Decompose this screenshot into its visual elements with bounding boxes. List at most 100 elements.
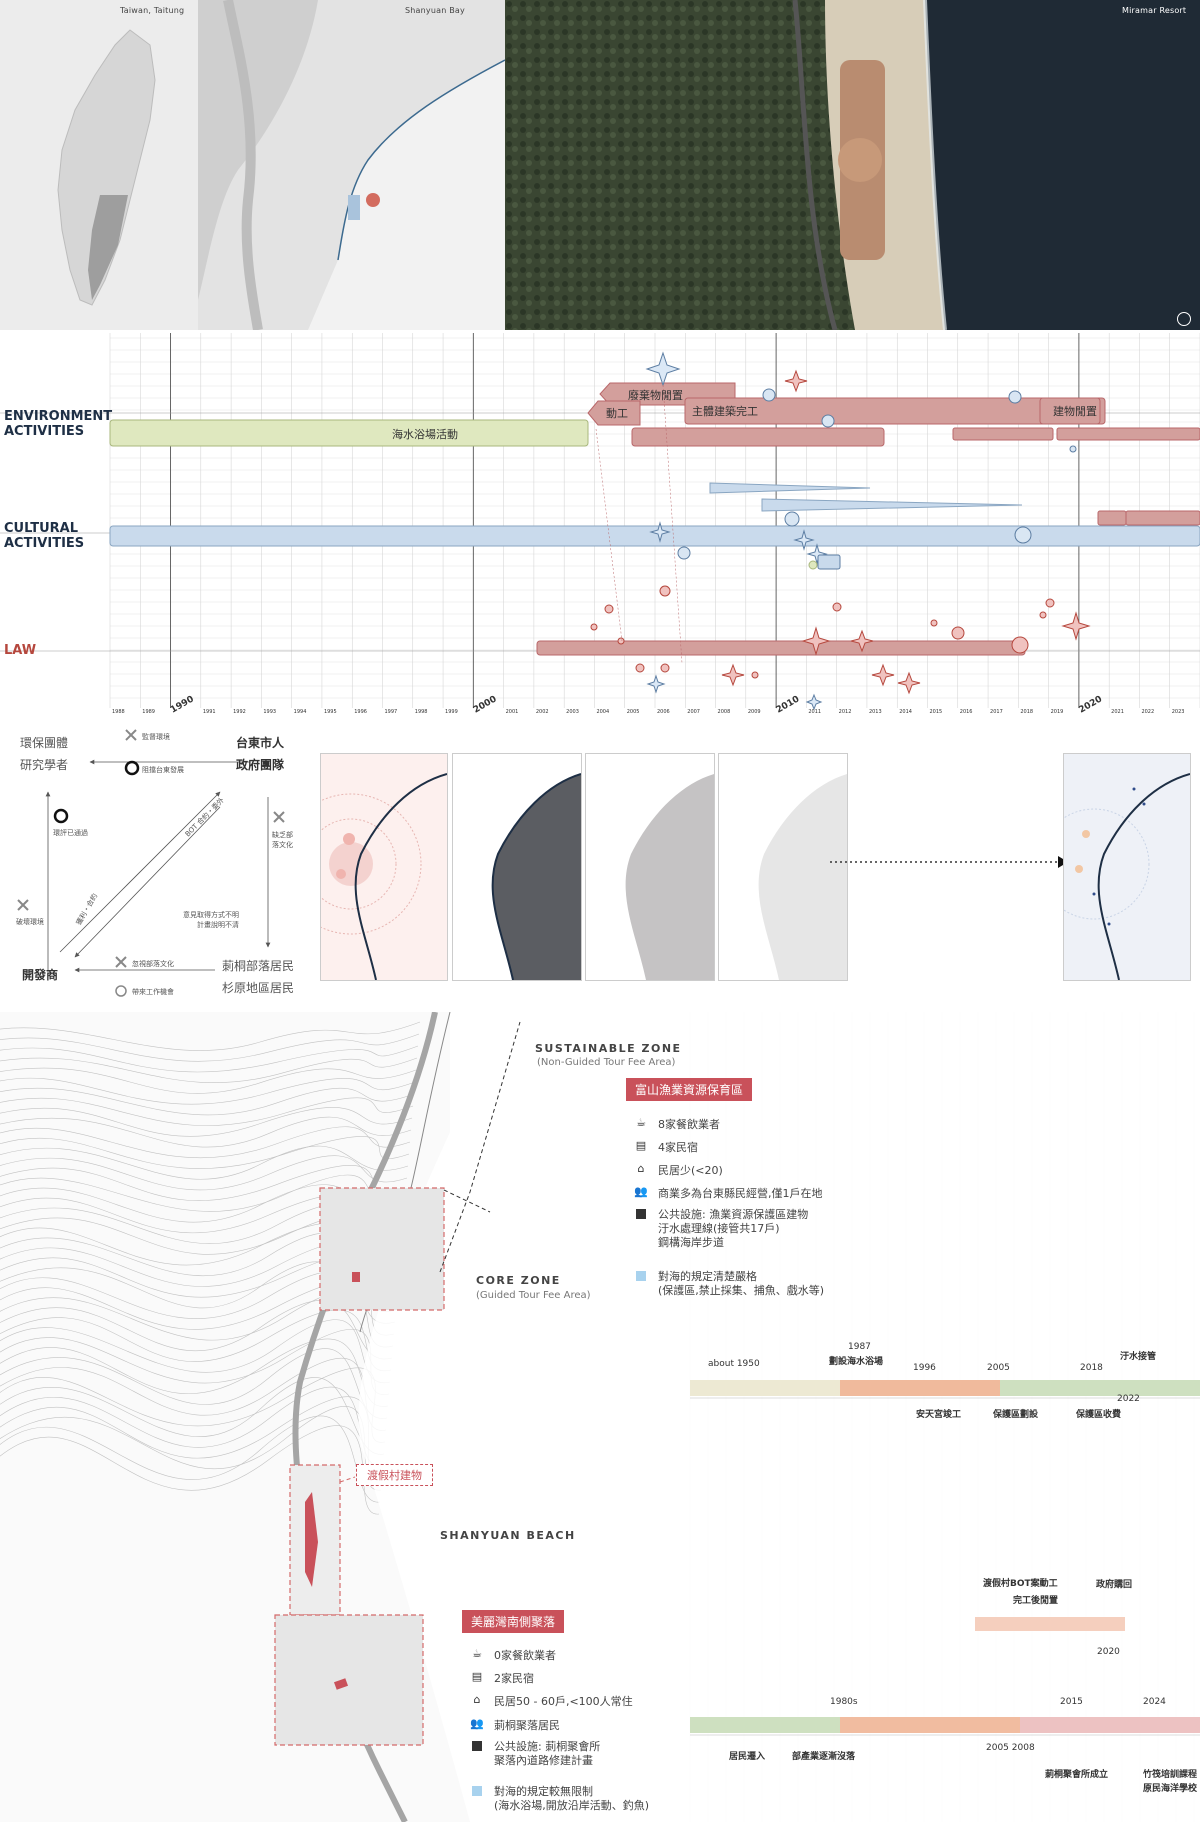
year-tick-label: 1995 <box>324 709 337 715</box>
row-label-environment: ENVIRONMENT ACTIVITIES <box>4 409 113 439</box>
upper-info-row: 公共設施: 漁業資源保護區建物 汙水處理線(接管共17戶) 鋼構海岸步道 <box>634 1208 808 1250</box>
lower-event: 政府購回 <box>1096 1580 1133 1590</box>
upper-event: 保護區收費 <box>1076 1410 1122 1420</box>
circle-marker <box>1039 611 1047 619</box>
star-marker <box>645 351 681 387</box>
upper-info-row: 對海的規定清楚嚴格 (保護區,禁止採集、捕魚、戲水等) <box>634 1270 824 1298</box>
upper-event: 安天宮竣工 <box>916 1410 962 1420</box>
upper-zone-tag: 富山漁業資源保育區 <box>626 1078 753 1101</box>
year-tick-label: 2003 <box>566 709 579 715</box>
circle-marker <box>1069 445 1077 453</box>
year-tick-label: 1991 <box>203 709 216 715</box>
star-marker <box>897 671 921 695</box>
year-tick-label: 2002 <box>536 709 549 715</box>
panel-label: Miramar Resort <box>1122 6 1187 15</box>
lower-event: 完工後閒置 <box>1013 1596 1059 1606</box>
year-tick-label: 2014 <box>899 709 912 715</box>
circle-marker <box>1014 526 1032 544</box>
lower-event: 居民遷入 <box>729 1752 766 1762</box>
sustainable-zone-title: SUSTAINABLE ZONE <box>535 1042 682 1055</box>
lower-year: 2024 <box>1143 1697 1166 1707</box>
year-tick-label: 2011 <box>808 709 821 715</box>
bay-map-panel: Shanyuan Bay <box>198 0 505 330</box>
panel-label: Taiwan, Taitung <box>120 6 185 15</box>
year-tick-label: 1993 <box>263 709 276 715</box>
year-tick-label: 2007 <box>687 709 700 715</box>
env-bar-label: 海水浴場活動 <box>392 428 458 441</box>
lower-event: 莿桐聚會所成立 <box>1045 1770 1109 1780</box>
bay-map <box>198 0 505 330</box>
actor-researchers: 研究學者 <box>20 758 69 772</box>
year-tick-label: 2010 <box>775 694 802 715</box>
lower-info-row: 對海的規定較無限制 (海水浴場,開放沿岸活動、釣魚) <box>470 1785 649 1813</box>
circle-marker <box>821 414 835 428</box>
year-tick-label: 1998 <box>415 709 428 715</box>
year-tick-label: 2008 <box>718 709 731 715</box>
lower-event: 竹筏培訓課程 <box>1143 1770 1198 1780</box>
circle-marker <box>590 623 598 631</box>
year-tick-label: 1997 <box>385 709 398 715</box>
taiwan-map <box>57 29 156 306</box>
actor-env-group: 環保團體 <box>20 736 69 750</box>
year-tick-label: 2019 <box>1051 709 1064 715</box>
year-tick-label: 1990 <box>169 694 196 715</box>
thumb-map-1 <box>320 753 448 981</box>
year-tick-label: 2009 <box>748 709 761 715</box>
upper-info-row: ⌂ 民居少(<20) <box>634 1162 723 1178</box>
lower-event: 部產業逐漸沒落 <box>792 1752 856 1762</box>
people-icon: 👥 <box>634 1184 648 1198</box>
year-tick-label: 2000 <box>472 694 499 715</box>
taiwan-map-panel: Taiwan, Taitung <box>0 0 198 330</box>
circle-marker <box>660 663 670 673</box>
cultural-wedge-1 <box>709 482 871 494</box>
circle-marker <box>617 637 625 645</box>
relation-label: 破壞環境 <box>16 918 44 926</box>
year-tick-label: 2004 <box>596 709 609 715</box>
upper-year: 2005 <box>987 1363 1010 1373</box>
circle-marker <box>808 560 818 570</box>
upper-event: 汙水接管 <box>1120 1352 1157 1362</box>
star-marker <box>721 663 745 687</box>
actor-shanyuan: 杉原地區居民 <box>222 981 295 995</box>
year-tick-label: 2012 <box>839 709 852 715</box>
satellite-image <box>505 0 1200 330</box>
env-bar-small2 <box>952 427 1054 441</box>
upper-info-row: ☕ 8家餐飲業者 <box>634 1116 720 1132</box>
upper-year: about 1950 <box>708 1359 760 1369</box>
upper-year: 2022 <box>1117 1394 1140 1404</box>
year-tick-label: 2013 <box>869 709 882 715</box>
arrow-connector <box>830 856 1068 868</box>
actor-developer: 開發商 <box>22 968 59 982</box>
cultural-bar-red2 <box>1125 510 1200 526</box>
year-tick-label: 1994 <box>294 709 307 715</box>
relation-label: 忽視部落文化 <box>132 960 174 968</box>
env-bar-small <box>631 427 885 447</box>
upper-year: 2018 <box>1080 1363 1103 1373</box>
year-tick-label: 1992 <box>233 709 246 715</box>
circle-marker <box>659 585 671 597</box>
env-bar-small3 <box>1056 427 1200 441</box>
env-bar-label: 動工 <box>606 407 628 420</box>
year-tick-label: 1989 <box>142 709 155 715</box>
blue-square-icon <box>634 1270 648 1282</box>
upper-year: 1987 <box>848 1342 871 1352</box>
year-tick-label: 2001 <box>506 709 519 715</box>
lower-event: 渡假村BOT案動工 <box>983 1579 1058 1589</box>
relation-label: 帶來工作機會 <box>132 988 174 996</box>
year-tick-label: 2005 <box>627 709 640 715</box>
bed-icon: ▤ <box>635 1138 647 1152</box>
env-bar-beach <box>109 419 589 447</box>
lower-event: 原民海洋學校 <box>1143 1784 1198 1794</box>
year-tick-label: 2018 <box>1020 709 1033 715</box>
circle-marker <box>832 602 842 612</box>
circle-marker <box>604 604 614 614</box>
star-marker <box>805 693 823 711</box>
compass-icon <box>1177 312 1191 326</box>
cultural-bar-red <box>1097 510 1127 526</box>
relation-label: 監督環境 <box>142 733 170 741</box>
circle-marker <box>1008 390 1022 404</box>
sustainable-zone-sub: (Non-Guided Tour Fee Area) <box>537 1057 676 1068</box>
row-label-cultural: CULTURAL ACTIVITIES <box>4 521 85 551</box>
blue-square-icon <box>470 1785 484 1797</box>
square-icon <box>470 1740 484 1752</box>
